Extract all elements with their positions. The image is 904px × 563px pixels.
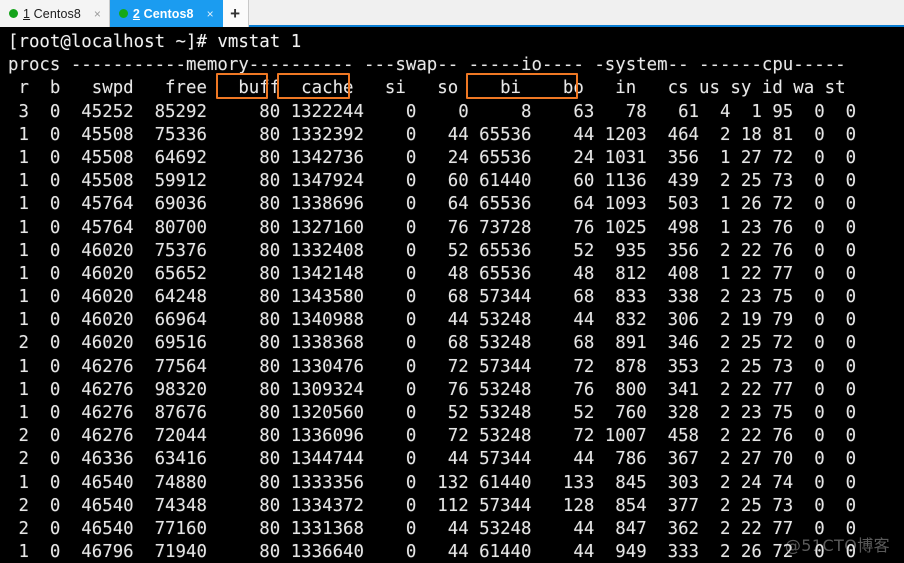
vmstat-row: 1 0 46020 65652 80 1342148 0 48 65536 48… xyxy=(8,263,857,284)
vmstat-row: 1 0 46020 75376 80 1332408 0 52 65536 52… xyxy=(8,240,857,261)
watermark: @51CTO博客 xyxy=(784,536,890,555)
vmstat-row: 1 0 45764 69036 80 1338696 0 64 65536 64… xyxy=(8,194,857,215)
terminal-output[interactable]: [root@localhost ~]# vmstat 1 procs -----… xyxy=(0,29,904,563)
vmstat-row: 1 0 46276 77564 80 1330476 0 72 57344 72… xyxy=(8,356,857,377)
vmstat-row: 3 0 45252 85292 80 1322244 0 0 8 63 78 6… xyxy=(8,101,857,122)
vmstat-row: 1 0 46796 71940 80 1336640 0 44 61440 44… xyxy=(8,542,857,563)
tab-status-dot-icon xyxy=(9,9,18,18)
vmstat-row: 1 0 46020 66964 80 1340988 0 44 53248 44… xyxy=(8,310,857,331)
tab-close-icon-2[interactable]: × xyxy=(205,8,216,20)
vmstat-row: 2 0 46276 72044 80 1336096 0 72 53248 72… xyxy=(8,426,857,447)
vmstat-row: 1 0 46276 87676 80 1320560 0 52 53248 52… xyxy=(8,403,857,423)
tab-name-1: Centos8 xyxy=(33,6,81,21)
vmstat-rows: 3 0 45252 85292 80 1322244 0 0 8 63 78 6… xyxy=(0,101,904,563)
vmstat-row: 1 0 46020 64248 80 1343580 0 68 57344 68… xyxy=(8,287,857,308)
vmstat-row: 2 0 46540 74348 80 1334372 0 112 57344 1… xyxy=(8,495,857,516)
new-tab-button[interactable]: + xyxy=(222,0,249,27)
vmstat-column-header: r b swpd free buff cache si so bi bo in … xyxy=(8,78,846,99)
vmstat-row: 2 0 46336 63416 80 1344744 0 44 57344 44… xyxy=(8,449,857,470)
vmstat-row: 2 0 46540 77160 80 1331368 0 44 53248 44… xyxy=(8,518,857,539)
tab-close-icon-1[interactable]: × xyxy=(92,8,103,20)
terminal-window: 1 Centos8 × 2 Centos8 × + [root@localhos… xyxy=(0,0,904,563)
tab-centos8-2[interactable]: 2 Centos8 × xyxy=(109,0,223,27)
tab-label-2: 2 Centos8 xyxy=(133,7,194,21)
tab-centos8-1[interactable]: 1 Centos8 × xyxy=(0,0,110,27)
tab-bar: 1 Centos8 × 2 Centos8 × + xyxy=(0,0,904,27)
shell-prompt-line: [root@localhost ~]# vmstat 1 xyxy=(8,32,302,52)
vmstat-row: 1 0 45508 59912 80 1347924 0 60 61440 60… xyxy=(8,171,857,192)
tab-status-dot-icon xyxy=(118,9,128,18)
tab-number-2: 2 xyxy=(132,6,140,21)
tab-name-2: Centos8 xyxy=(143,6,194,21)
tab-bar-filler xyxy=(248,0,904,25)
tab-label-1: 1 Centos8 xyxy=(23,7,81,21)
vmstat-row: 1 0 46540 74880 80 1333356 0 132 61440 1… xyxy=(8,472,857,493)
vmstat-row: 2 0 46020 69516 80 1338368 0 68 53248 68… xyxy=(8,333,857,354)
tab-number-1: 1 xyxy=(23,6,31,21)
vmstat-row: 1 0 45508 64692 80 1342736 0 24 65536 24… xyxy=(8,147,857,168)
vmstat-row: 1 0 45764 80700 80 1327160 0 76 73728 76… xyxy=(8,217,857,238)
vmstat-group-header: procs -----------memory---------- ---swa… xyxy=(8,55,846,76)
vmstat-row: 1 0 45508 75336 80 1332392 0 44 65536 44… xyxy=(8,124,857,145)
vmstat-row: 1 0 46276 98320 80 1309324 0 76 53248 76… xyxy=(8,379,857,400)
